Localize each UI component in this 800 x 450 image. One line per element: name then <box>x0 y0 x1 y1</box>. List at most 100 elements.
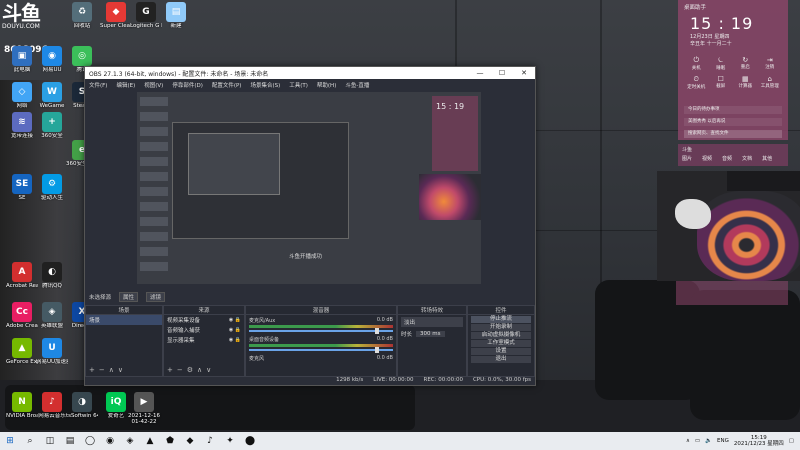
file-panel[interactable]: 斗鱼 图片 视频 音频 文档 其他 <box>678 144 788 166</box>
menu-profile[interactable]: 配置文件(P) <box>212 81 242 89</box>
camera-feed-window[interactable] <box>657 171 800 281</box>
desktop-icon[interactable]: CcAdobe Creative <box>6 302 38 329</box>
tab-other[interactable]: 其他 <box>762 155 772 162</box>
menu-douyu[interactable]: 斗鱼-直播 <box>345 81 369 89</box>
desktop-icon[interactable]: ⚙ 驱动人生 <box>36 174 68 201</box>
tab-images[interactable]: 图片 <box>682 155 692 162</box>
notification-icon[interactable]: ▢ <box>789 438 794 444</box>
desktop-icon[interactable]: ♻ 回收站 <box>66 2 98 29</box>
tools-icon: ⌂ <box>767 75 772 83</box>
taskbar-app-icon[interactable]: ▤ <box>60 432 80 450</box>
desktop-icon[interactable]: ▲GeForce Experience <box>6 338 38 365</box>
taskbar-app-icon[interactable]: ▲ <box>140 432 160 450</box>
logout-button[interactable]: ⇥ 注销 <box>758 56 783 71</box>
desktop-icon[interactable]: +360安全 <box>36 112 68 139</box>
shutdown-button[interactable]: ⏻ 关机 <box>684 56 709 71</box>
filters-button[interactable]: 滤镜 <box>146 292 166 302</box>
sleep-button[interactable]: ⏾ 睡眠 <box>709 56 734 71</box>
desktop-icon[interactable]: SE SE <box>6 174 38 201</box>
start-recording-button[interactable]: 开始录制 <box>471 324 531 331</box>
maximize-icon[interactable]: ☐ <box>491 69 513 77</box>
tab-audio[interactable]: 音频 <box>722 155 732 162</box>
transition-select[interactable]: 淡出 <box>401 317 463 327</box>
menu-scene-collection[interactable]: 场景集合(S) <box>250 81 280 89</box>
search-input[interactable]: 搜索网页、查找文件 <box>684 130 782 138</box>
close-icon[interactable]: ✕ <box>513 69 535 77</box>
taskbar-app-icon[interactable]: ◉ <box>100 432 120 450</box>
source-item[interactable]: 显示器采集 ◉ 🔒 <box>164 335 244 345</box>
minimize-icon[interactable]: — <box>469 69 491 77</box>
stop-streaming-button[interactable]: 停止推流 <box>471 316 531 323</box>
taskbar-app-icon[interactable]: ◯ <box>80 432 100 450</box>
desktop-icon[interactable]: U网易UU加速器 <box>36 338 68 365</box>
menu-edit[interactable]: 编辑(E) <box>116 81 135 89</box>
scene-item[interactable]: 场景 <box>86 315 162 325</box>
tab-documents[interactable]: 文档 <box>742 155 752 162</box>
desktop-icon[interactable]: NNVIDIA Broadcast <box>6 392 38 419</box>
taskbar-app-icon[interactable]: ◫ <box>40 432 60 450</box>
desktop-icon[interactable]: GLogitech G HUB <box>130 2 162 29</box>
taskbar-app-icon[interactable]: ✦ <box>220 432 240 450</box>
wallpaper-chair <box>690 290 800 420</box>
menu-tools[interactable]: 工具(T) <box>289 81 308 89</box>
start-virtual-camera-button[interactable]: 启动虚拟摄像机 <box>471 332 531 339</box>
timer-shutdown-button[interactable]: ⏲ 定时关机 <box>684 75 709 90</box>
settings-button[interactable]: 设置 <box>471 348 531 355</box>
taskbar-app-icon[interactable]: ◆ <box>180 432 200 450</box>
taskbar-app-icon[interactable]: ◈ <box>120 432 140 450</box>
desktop-icon[interactable]: ◈ 英雄联盟 <box>36 302 68 329</box>
volume-slider[interactable] <box>249 328 393 334</box>
desktop-icon[interactable]: AAcrobat Reader DC <box>6 262 38 289</box>
duration-field[interactable]: 时长 300 ms <box>398 329 466 339</box>
source-item[interactable]: 视频采集设备 ◉ 🔒 <box>164 315 244 325</box>
desktop-icon[interactable]: W WeGame <box>36 82 68 109</box>
obs-preview-canvas[interactable]: 斗鱼开播成功 15 : 19 <box>137 92 481 284</box>
menu-view[interactable]: 视图(V) <box>144 81 163 89</box>
desktop-icon[interactable]: ◇ 网络 <box>6 82 38 109</box>
desktop-video-file[interactable]: ▶ 2021-12-16 01-42-22 <box>126 392 162 425</box>
desktop-icon[interactable]: ▣ 此电脑 <box>6 46 38 73</box>
taskbar-app-icon[interactable]: ♪ <box>200 432 220 450</box>
desktop-icon-label: 宽带连接 <box>10 133 33 139</box>
start-icon[interactable]: ⊞ <box>0 432 20 450</box>
obs-titlebar[interactable]: OBS 27.1.3 (64-bit, windows) - 配置文件: 未命名… <box>85 67 535 79</box>
desktop-icon[interactable]: ◐ 腾讯QQ <box>36 262 68 289</box>
app-hint[interactable]: 美图秀秀 以后再说 <box>684 118 782 126</box>
calculator-button[interactable]: ▦ 计算器 <box>733 75 758 90</box>
menu-help[interactable]: 帮助(H) <box>317 81 336 89</box>
desktop-icon[interactable]: ▤ 新建 <box>160 2 192 29</box>
screenshot-button[interactable]: ☐ 截屏 <box>709 75 734 90</box>
app-icon: iQ <box>106 392 126 412</box>
taskbar-app-icon[interactable]: ⬟ <box>160 432 180 450</box>
tab-videos[interactable]: 视频 <box>702 155 712 162</box>
desktop-icon[interactable]: ◆ Super Clean <box>100 2 132 29</box>
menu-file[interactable]: 文件(F) <box>89 81 107 89</box>
volume-icon[interactable]: 🔈 <box>705 438 712 444</box>
volume-slider[interactable] <box>249 347 393 353</box>
todo-hint[interactable]: 今日的待办事项 <box>684 106 782 114</box>
app-icon: U <box>42 338 62 358</box>
desktop-icon[interactable]: ◑ tsSoftwin 64 <box>66 392 98 419</box>
taskbar-clock[interactable]: 15:19 2021/12/23 星期四 <box>734 435 784 447</box>
tools-button[interactable]: ⌂ 工具管理 <box>758 75 783 90</box>
desktop-assistant-panel[interactable]: 桌面助手 15 : 19 12月23日 星期四 辛丑年 十一月二十 ⏻ 关机 ⏾ 睡… <box>678 0 788 140</box>
desktop-icon[interactable]: ◉ 网易UU <box>36 46 68 73</box>
restart-button[interactable]: ↻ 重启 <box>733 56 758 71</box>
language-indicator[interactable]: ENG <box>717 438 729 444</box>
taskbar-app-icon[interactable]: ⌕ <box>20 432 40 450</box>
tray-chevron-icon[interactable]: ∧ <box>686 438 690 444</box>
source-item[interactable]: 音频输入捕获 ◉ 🔒 <box>164 325 244 335</box>
network-icon[interactable]: ▭ <box>695 438 700 444</box>
douyu-logo[interactable]: 斗鱼 DOUYU.COM 8698096 <box>2 3 58 55</box>
desktop-icon-label: 360安全 <box>41 133 63 139</box>
studio-mode-button[interactable]: 工作室模式 <box>471 340 531 347</box>
desktop-icon[interactable]: ≋ 宽带连接 <box>6 112 38 139</box>
taskbar-app-icon[interactable]: ⬤ <box>240 432 260 450</box>
obs-window[interactable]: OBS 27.1.3 (64-bit, windows) - 配置文件: 未命名… <box>84 66 536 386</box>
menu-docks[interactable]: 停靠部件(D) <box>172 81 203 89</box>
source-tools[interactable]: +−⚙∧∨ <box>167 366 215 374</box>
exit-button[interactable]: 退出 <box>471 356 531 363</box>
properties-button[interactable]: 属性 <box>119 292 139 302</box>
desktop-icon[interactable]: ♪ 网易云音乐 <box>36 392 68 419</box>
scene-tools[interactable]: +−∧∨ <box>89 366 127 374</box>
